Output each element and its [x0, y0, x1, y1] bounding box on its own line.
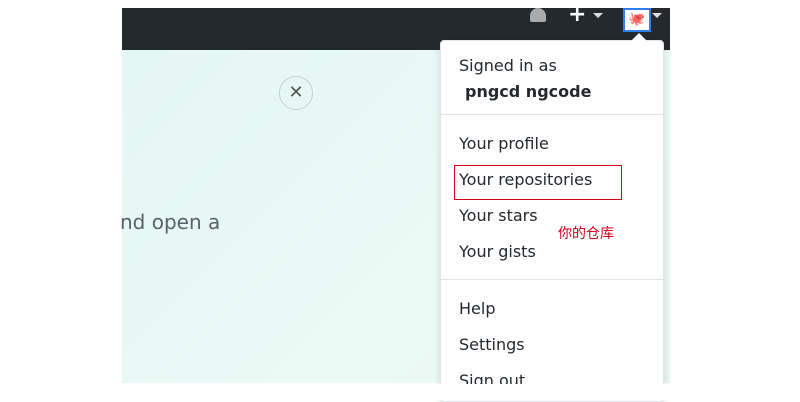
menu-item-gists[interactable]: Your gists: [459, 242, 536, 261]
menu-item-profile[interactable]: Your profile: [459, 134, 549, 153]
close-button[interactable]: ✕: [279, 76, 313, 110]
annotation-note: 你的仓库: [558, 226, 614, 242]
menu-item-settings[interactable]: Settings: [459, 335, 525, 354]
username: pngcd ngcode: [465, 82, 592, 101]
create-new-button[interactable]: +: [568, 2, 586, 27]
banner-text: nd open a: [120, 210, 221, 234]
menu-item-help[interactable]: Help: [459, 299, 495, 318]
menu-item-stars[interactable]: Your stars: [459, 206, 538, 225]
avatar[interactable]: 🐙: [623, 8, 651, 32]
divider: [441, 279, 663, 280]
user-dropdown-menu: Signed in as pngcd ngcode Your profile Y…: [440, 33, 664, 402]
bottom-crop: [0, 384, 800, 400]
highlight-box: [454, 165, 622, 200]
divider: [441, 114, 663, 115]
chevron-down-icon: [652, 13, 662, 18]
signed-in-label: Signed in as: [459, 56, 557, 75]
chevron-down-icon: [593, 13, 603, 18]
notifications-bell-icon[interactable]: [530, 8, 546, 22]
